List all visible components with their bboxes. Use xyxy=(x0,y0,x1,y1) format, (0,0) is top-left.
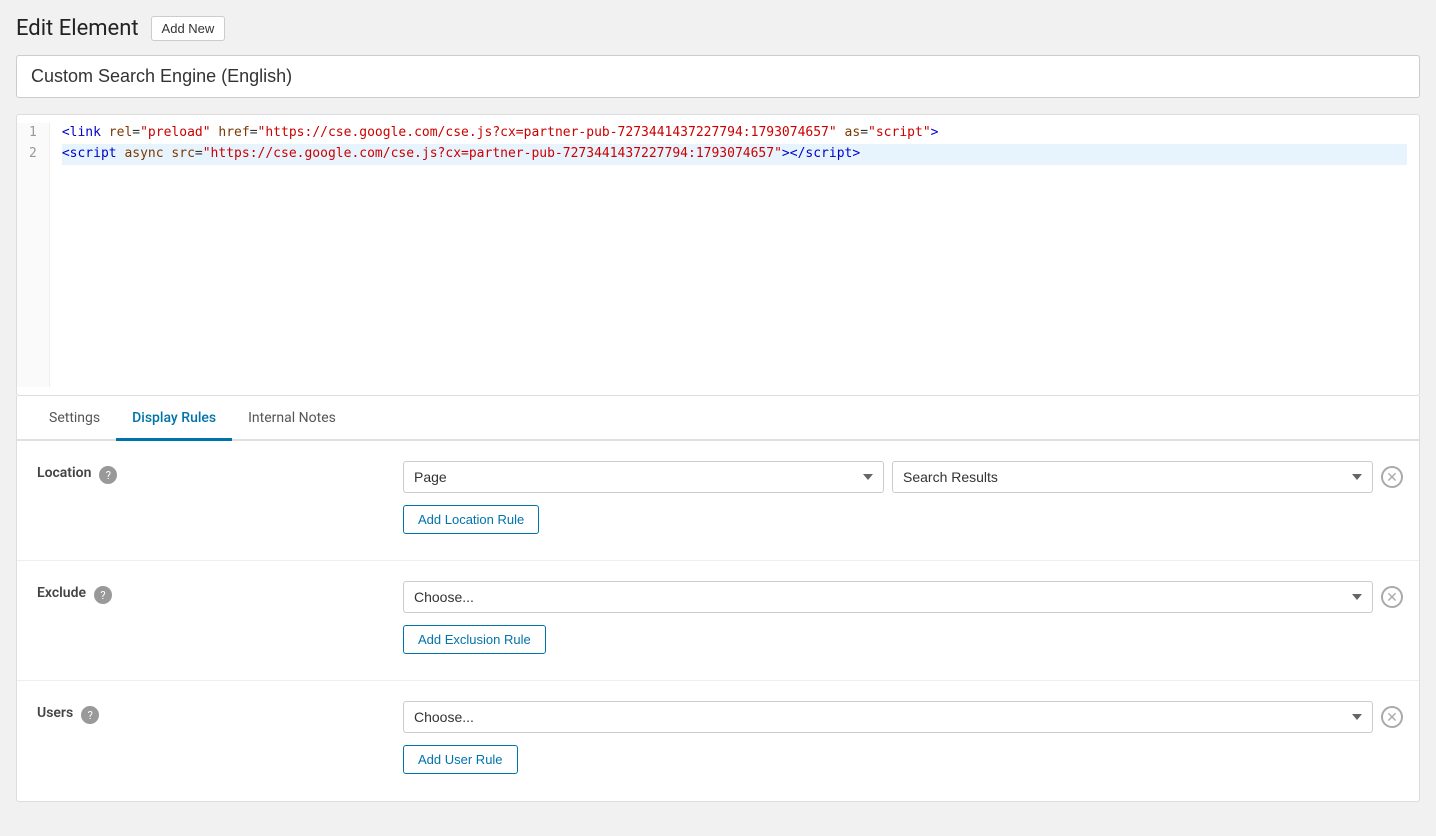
users-help-icon[interactable]: ? xyxy=(81,706,99,724)
exclude-label: Exclude xyxy=(37,585,86,601)
tab-content: Location ? Page Post Category Home Archi… xyxy=(17,441,1419,801)
tab-settings[interactable]: Settings xyxy=(33,396,116,441)
users-label: Users xyxy=(37,705,73,721)
exclude-label-col: Exclude ? xyxy=(17,561,387,680)
page-title: Edit Element xyxy=(16,16,139,41)
code-content: <link rel="preload" href="https://cse.go… xyxy=(50,123,1419,387)
location-condition-select[interactable]: Search Results All Pages Front Page Blog… xyxy=(892,461,1373,493)
code-line-2: <script async src="https://cse.google.co… xyxy=(62,144,1407,165)
exclude-rule-row: Choose... Page Post Category ✕ xyxy=(403,581,1403,613)
users-remove-button[interactable]: ✕ xyxy=(1381,706,1403,728)
users-label-col: Users ? xyxy=(17,681,387,801)
users-choose-select[interactable]: Choose... Logged In Logged Out Administr… xyxy=(403,701,1373,733)
users-controls: Choose... Logged In Logged Out Administr… xyxy=(387,681,1419,801)
exclude-remove-button[interactable]: ✕ xyxy=(1381,586,1403,608)
location-label: Location xyxy=(37,465,91,481)
line-number-2: 2 xyxy=(29,144,37,165)
location-rule-row: Page Post Category Home Archive Search R… xyxy=(403,461,1403,493)
location-page-select[interactable]: Page Post Category Home Archive xyxy=(403,461,884,493)
add-exclusion-rule-button[interactable]: Add Exclusion Rule xyxy=(403,625,546,654)
location-remove-button[interactable]: ✕ xyxy=(1381,466,1403,488)
location-rule-section: Location ? Page Post Category Home Archi… xyxy=(17,441,1419,561)
exclude-rule-section: Exclude ? Choose... Page Post Category ✕… xyxy=(17,561,1419,681)
exclude-choose-select[interactable]: Choose... Page Post Category xyxy=(403,581,1373,613)
element-name-input[interactable] xyxy=(16,55,1420,98)
add-user-rule-button[interactable]: Add User Rule xyxy=(403,745,518,774)
code-line-1: <link rel="preload" href="https://cse.go… xyxy=(62,125,939,140)
tabs-section: Settings Display Rules Internal Notes Lo… xyxy=(16,396,1420,802)
tab-internal-notes[interactable]: Internal Notes xyxy=(232,396,352,441)
exclude-help-icon[interactable]: ? xyxy=(94,586,112,604)
line-numbers: 1 2 xyxy=(17,123,50,387)
code-editor: 1 2 <link rel="preload" href="https://cs… xyxy=(16,114,1420,396)
add-new-button[interactable]: Add New xyxy=(151,16,226,41)
page-header: Edit Element Add New xyxy=(16,16,1420,41)
tab-display-rules[interactable]: Display Rules xyxy=(116,396,232,441)
code-editor-inner: 1 2 <link rel="preload" href="https://cs… xyxy=(17,115,1419,395)
location-label-col: Location ? xyxy=(17,441,387,560)
line-number-1: 1 xyxy=(29,123,37,144)
location-help-icon[interactable]: ? xyxy=(99,466,117,484)
location-controls: Page Post Category Home Archive Search R… xyxy=(387,441,1419,560)
users-rule-section: Users ? Choose... Logged In Logged Out A… xyxy=(17,681,1419,801)
exclude-controls: Choose... Page Post Category ✕ Add Exclu… xyxy=(387,561,1419,680)
tabs-header: Settings Display Rules Internal Notes xyxy=(17,396,1419,441)
users-rule-row: Choose... Logged In Logged Out Administr… xyxy=(403,701,1403,733)
add-location-rule-button[interactable]: Add Location Rule xyxy=(403,505,539,534)
